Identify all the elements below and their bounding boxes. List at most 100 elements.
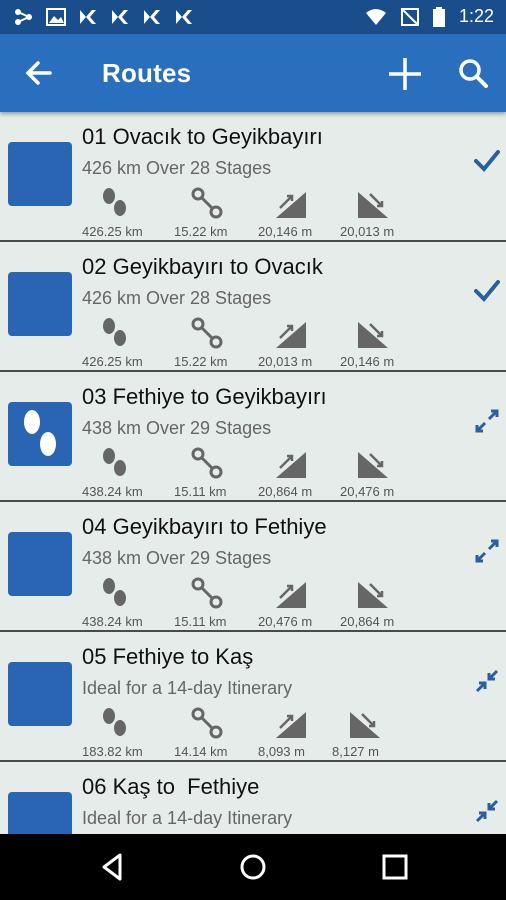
- stat-value: 438.24 km: [82, 614, 143, 629]
- stat-ascent: 20,476 m: [258, 574, 336, 630]
- route-thumbnail: [8, 142, 72, 206]
- app-icon: [144, 10, 160, 24]
- footprints-icon: [103, 708, 126, 736]
- route-row[interactable]: 02 Geyikbayırı to Ovacık 426 km Over 28 …: [0, 242, 506, 372]
- image-icon: [46, 8, 66, 26]
- stat-distance: 438.24 km: [82, 444, 160, 500]
- arrow-back-icon[interactable]: [22, 56, 56, 90]
- route-row[interactable]: 03 Fethiye to Geyikbayırı 438 km Over 29…: [0, 372, 506, 502]
- check-icon[interactable]: [474, 148, 500, 174]
- stat-interval: 15.11 km: [174, 444, 252, 500]
- footprints-icon: [103, 188, 126, 216]
- stat-value: 20,013 m: [258, 354, 313, 369]
- ascent-icon: [276, 452, 306, 478]
- stat-value: 15.22 km: [174, 354, 228, 369]
- ascent-icon: [276, 322, 306, 348]
- route-row[interactable]: 05 Fethiye to Kaş Ideal for a 14-day Iti…: [0, 632, 506, 762]
- stat-value: 15.22 km: [174, 224, 228, 239]
- route-thumbnail: [8, 662, 72, 726]
- descent-icon: [358, 192, 388, 218]
- route-segment-icon: [191, 447, 223, 479]
- stat-value: 438.24 km: [82, 484, 143, 499]
- route-row[interactable]: 06 Kaş to Fethiye Ideal for a 14-day Iti…: [0, 762, 506, 834]
- app-bar: Routes: [0, 34, 506, 112]
- stat-value: 183.82 km: [82, 744, 143, 759]
- nav-home-icon[interactable]: [238, 852, 268, 882]
- stat-interval: 15.22 km: [174, 184, 252, 240]
- route-row[interactable]: 04 Geyikbayırı to Fethiye 438 km Over 29…: [0, 502, 506, 632]
- route-title: 03 Fethiye to Geyikbayırı: [82, 384, 327, 409]
- search-icon[interactable]: [458, 58, 488, 88]
- route-title: 01 Ovacık to Geyikbayırı: [82, 124, 323, 149]
- route-title: 02 Geyikbayırı to Ovacık: [82, 254, 323, 279]
- descent-icon: [350, 712, 380, 738]
- route-subtitle: 426 km Over 28 Stages: [82, 288, 272, 308]
- route-row[interactable]: 01 Ovacık to Geyikbayırı 426 km Over 28 …: [0, 112, 506, 242]
- check-icon[interactable]: [474, 278, 500, 304]
- system-status: 1:22: [365, 6, 494, 27]
- ascent-icon: [276, 192, 306, 218]
- stat-ascent: 20,864 m: [258, 444, 336, 500]
- route-title: 04 Geyikbayırı to Fethiye: [82, 514, 327, 539]
- route-segment-icon: [191, 577, 223, 609]
- no-signal-icon: [400, 7, 419, 26]
- stat-value: 20,146 m: [258, 224, 313, 239]
- descent-icon: [358, 452, 388, 478]
- app-icon: [112, 10, 128, 24]
- stat-interval: 14.14 km: [174, 704, 252, 760]
- stat-interval: 15.22 km: [174, 314, 252, 370]
- stat-value: 15.11 km: [174, 484, 227, 499]
- stat-value: 20,146 m: [340, 354, 395, 369]
- stat-ascent: 20,146 m: [258, 184, 336, 240]
- notification-icons: [14, 8, 194, 26]
- stat-distance: 183.82 km: [82, 704, 160, 760]
- ascent-icon: [276, 582, 306, 608]
- stat-ascent: 8,093 m: [258, 704, 336, 760]
- expand-icon[interactable]: [474, 408, 500, 434]
- plus-icon[interactable]: [387, 56, 423, 92]
- route-segment-icon: [191, 707, 223, 739]
- route-subtitle: Ideal for a 14-day Itinerary: [82, 808, 293, 828]
- stat-ascent: 20,013 m: [258, 314, 336, 370]
- route-subtitle: 438 km Over 29 Stages: [82, 418, 272, 438]
- stat-descent: 20,013 m: [340, 184, 418, 240]
- stat-distance: 426.25 km: [82, 184, 160, 240]
- status-bar: 1:22: [0, 0, 506, 34]
- nav-back-icon[interactable]: [98, 852, 128, 882]
- clock: 1:22: [458, 6, 494, 26]
- route-segment-icon: [191, 317, 223, 349]
- nav-recents-icon[interactable]: [380, 852, 410, 882]
- footprints-icon: [103, 578, 126, 606]
- stat-descent: 20,476 m: [340, 444, 418, 500]
- stat-descent: 20,146 m: [340, 314, 418, 370]
- stat-descent: 20,864 m: [340, 574, 418, 630]
- ascent-icon: [276, 712, 306, 738]
- stat-distance: 438.24 km: [82, 574, 160, 630]
- stat-value: 15.11 km: [174, 614, 227, 629]
- footprints-icon: [24, 410, 56, 456]
- route-thumbnail: [8, 272, 72, 336]
- footprints-icon: [103, 318, 126, 346]
- stat-interval: 15.11 km: [174, 574, 252, 630]
- wifi-icon: [365, 8, 386, 25]
- stat-value: 8,127 m: [332, 744, 379, 759]
- stat-descent: 8,127 m: [332, 704, 410, 760]
- stat-value: 20,476 m: [340, 484, 395, 499]
- footprints-icon: [103, 448, 126, 476]
- route-subtitle: Ideal for a 14-day Itinerary: [82, 678, 293, 698]
- system-nav-bar: [0, 834, 506, 900]
- stat-distance: 426.25 km: [82, 314, 160, 370]
- route-segment-icon: [191, 187, 223, 219]
- stat-value: 20,864 m: [340, 614, 395, 629]
- collapse-icon[interactable]: [474, 798, 500, 824]
- descent-icon: [358, 582, 388, 608]
- stat-value: 20,864 m: [258, 484, 313, 499]
- collapse-icon[interactable]: [474, 668, 500, 694]
- descent-icon: [358, 322, 388, 348]
- expand-icon[interactable]: [474, 538, 500, 564]
- stat-value: 20,013 m: [340, 224, 395, 239]
- route-thumbnail: [8, 532, 72, 596]
- stat-value: 14.14 km: [174, 744, 228, 759]
- stat-value: 426.25 km: [82, 354, 143, 369]
- app-icon: [176, 10, 192, 24]
